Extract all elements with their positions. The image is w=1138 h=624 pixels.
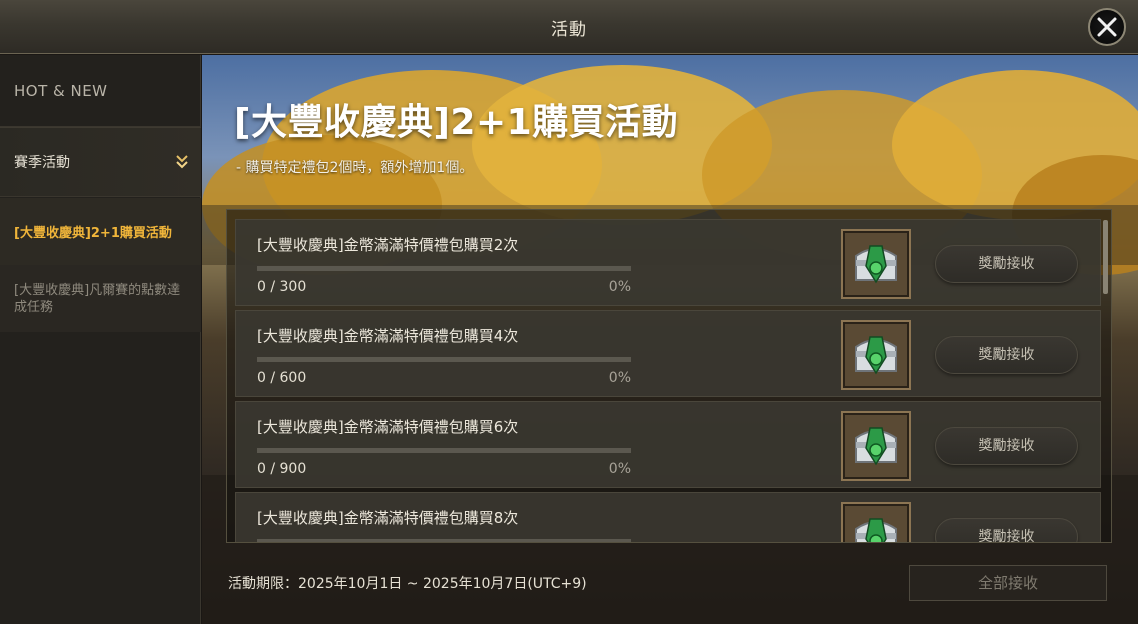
progress-bar (257, 266, 631, 271)
silver-chest-icon (855, 336, 897, 375)
sidebar-item-hot-new[interactable]: HOT & NEW (0, 55, 201, 127)
reward-item[interactable] (841, 502, 911, 542)
progress-percent: 0% (608, 279, 631, 295)
progress-bar (257, 357, 631, 362)
claim-reward-button[interactable]: 獎勵接收 (935, 245, 1078, 283)
mission-name: [大豐收慶典]金幣滿滿特價禮包購買4次 (257, 327, 519, 345)
sidebar-item-label: [大豐收慶典]2+1購買活動 (14, 226, 172, 241)
mission-name: [大豐收慶典]金幣滿滿特價禮包購買6次 (257, 418, 519, 436)
progress-percent: 0% (608, 461, 631, 477)
mission-list[interactable]: [大豐收慶典]金幣滿滿特價禮包購買2次 0 / 300 0% 獎勵接收 [大豐收… (226, 209, 1112, 543)
scrollbar[interactable] (1103, 220, 1108, 294)
reward-item[interactable] (841, 320, 911, 390)
claim-reward-button[interactable]: 獎勵接收 (935, 336, 1078, 374)
progress-count: 0 / 300 (257, 279, 307, 295)
reward-item[interactable] (841, 411, 911, 481)
sidebar-item-label: 賽季活動 (14, 155, 70, 171)
close-icon (1097, 17, 1117, 37)
list-item: [大豐收慶典]金幣滿滿特價禮包購買8次 獎勵接收 (235, 492, 1101, 542)
list-item: [大豐收慶典]金幣滿滿特價禮包購買6次 0 / 900 0% 獎勵接收 (235, 401, 1101, 488)
event-period: 活動期限：2025年10月1日 ~ 2025年10月7日(UTC+9) (228, 576, 587, 592)
sidebar: HOT & NEW 賽季活動 [大豐收慶典]2+1購買活動 [大豐收慶典]凡爾賽… (0, 55, 201, 624)
sidebar-item-label: HOT & NEW (14, 81, 108, 100)
progress-count: 0 / 900 (257, 461, 307, 477)
event-title: [大豐收慶典]2+1購買活動 (234, 102, 679, 143)
progress-bar (257, 448, 631, 453)
progress-count: 0 / 600 (257, 370, 307, 386)
claim-reward-button[interactable]: 獎勵接收 (935, 427, 1078, 465)
sidebar-item-label: [大豐收慶典]凡爾賽的點數達成任務 (14, 282, 181, 315)
event-content: [大豐收慶典]2+1購買活動 - 購買特定禮包2個時，額外增加1個。 [大豐收慶… (202, 55, 1138, 624)
silver-chest-icon (855, 427, 897, 466)
mission-name: [大豐收慶典]金幣滿滿特價禮包購買2次 (257, 236, 519, 254)
sidebar-item-harvest-points-mission[interactable]: [大豐收慶典]凡爾賽的點數達成任務 (0, 265, 201, 332)
sidebar-item-harvest-2plus1[interactable]: [大豐收慶典]2+1購買活動 (0, 198, 201, 265)
reward-item[interactable] (841, 229, 911, 299)
list-item: [大豐收慶典]金幣滿滿特價禮包購買2次 0 / 300 0% 獎勵接收 (235, 219, 1101, 306)
progress-bar (257, 539, 631, 542)
mission-name: [大豐收慶典]金幣滿滿特價禮包購買8次 (257, 509, 519, 527)
chevron-down-icon (176, 155, 188, 169)
claim-reward-button[interactable]: 獎勵接收 (935, 518, 1078, 542)
close-button[interactable] (1088, 8, 1126, 46)
sidebar-item-season-events[interactable]: 賽季活動 (0, 127, 201, 197)
title-bar: 活動 (0, 0, 1138, 54)
window-title: 活動 (551, 20, 587, 40)
list-item: [大豐收慶典]金幣滿滿特價禮包購買4次 0 / 600 0% 獎勵接收 (235, 310, 1101, 397)
event-description: - 購買特定禮包2個時，額外增加1個。 (236, 160, 474, 176)
silver-chest-icon (855, 518, 897, 542)
claim-all-button[interactable]: 全部接收 (909, 565, 1107, 601)
silver-chest-icon (855, 245, 897, 284)
progress-percent: 0% (608, 370, 631, 386)
